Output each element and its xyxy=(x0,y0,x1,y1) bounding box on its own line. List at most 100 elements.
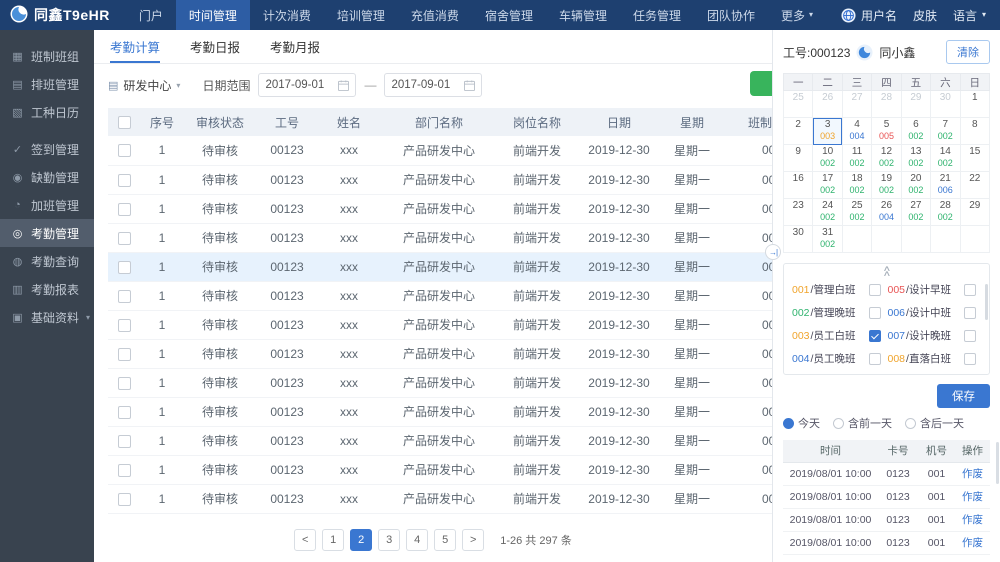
calendar-day-cell[interactable] xyxy=(871,225,902,253)
calendar-day-cell[interactable]: 27 002 xyxy=(900,198,932,226)
calendar-day-cell[interactable] xyxy=(841,225,873,253)
void-link[interactable]: 作废 xyxy=(962,468,983,480)
nav-item-time-management[interactable]: 时间管理 xyxy=(175,0,250,30)
sidebar-item-attendance-management[interactable]: ◎ 考勤管理 xyxy=(0,219,94,247)
calendar-day-cell[interactable]: 3 003 xyxy=(812,117,843,145)
nav-item-metered-consumption[interactable]: 计次消费 xyxy=(250,0,324,30)
tab-attendance-monthly-report[interactable]: 考勤月报 xyxy=(270,30,320,63)
nav-item-training-management[interactable]: 培训管理 xyxy=(324,0,398,30)
user-menu[interactable]: 用户名 xyxy=(841,7,897,24)
save-button[interactable]: 保存 xyxy=(937,384,990,408)
sidebar-item-check-in[interactable]: ✓ 签到管理 xyxy=(0,135,94,163)
calendar-day-cell[interactable]: 13 002 xyxy=(900,144,932,172)
nav-item-dormitory-management[interactable]: 宿舍管理 xyxy=(472,0,546,30)
calendar-day-cell[interactable]: 25 002 xyxy=(841,198,873,226)
page-button-1[interactable]: 1 xyxy=(322,529,345,551)
row-checkbox[interactable] xyxy=(117,405,131,419)
sidebar-item-overtime[interactable]: ◔ 加班管理 xyxy=(0,191,94,219)
radio-today[interactable]: 今天 xyxy=(783,415,820,431)
language-menu[interactable]: 语言 ▾ xyxy=(953,7,986,24)
shift-checkbox[interactable] xyxy=(964,306,976,319)
select-all-checkbox[interactable] xyxy=(117,116,131,130)
sidebar-item-scheduling[interactable]: ▤ 排班管理 xyxy=(0,70,94,98)
nav-item-task-management[interactable]: 任务管理 xyxy=(620,0,694,30)
sidebar-item-work-calendar[interactable]: ▧ 工种日历 xyxy=(0,98,94,126)
table-row[interactable]: 1待审核00123xxx产品研发中心前端开发2019-12-30星期一001 xyxy=(108,426,772,456)
scrollbar-thumb[interactable] xyxy=(985,284,988,320)
sidebar-item-shift-groups[interactable]: ▦ 班制班组 xyxy=(0,42,94,70)
table-row[interactable]: 1待审核00123xxx产品研发中心前端开发2019-12-30星期一001 xyxy=(108,484,772,514)
table-row[interactable]: 1待审核00123xxx产品研发中心前端开发2019-12-30星期一001 xyxy=(108,252,772,282)
nav-item-vehicle-management[interactable]: 车辆管理 xyxy=(546,0,620,30)
calendar-day-cell[interactable]: 12 002 xyxy=(871,144,902,172)
sidebar-item-attendance-query[interactable]: ◍ 考勤查询 xyxy=(0,247,94,275)
clear-button[interactable]: 清除 xyxy=(946,40,990,64)
row-checkbox[interactable] xyxy=(117,144,131,158)
calendar-day-cell[interactable]: 20 002 xyxy=(900,171,932,199)
calendar-day-cell[interactable]: 17 002 xyxy=(812,171,843,199)
page-button-5[interactable]: 5 xyxy=(434,529,457,551)
calculate-button[interactable] xyxy=(750,71,772,96)
calendar-day-cell[interactable]: 16 xyxy=(782,171,814,199)
calendar-day-cell[interactable]: 29 xyxy=(900,90,932,118)
calendar-day-cell[interactable]: 30 xyxy=(782,225,814,253)
row-checkbox[interactable] xyxy=(117,434,131,448)
table-row[interactable]: 1待审核00123xxx产品研发中心前端开发2019-12-30星期一001 xyxy=(108,397,772,427)
table-row[interactable]: 1待审核00123xxx产品研发中心前端开发2019-12-30星期一001 xyxy=(108,310,772,340)
shift-checkbox[interactable] xyxy=(868,283,881,296)
calendar-day-cell[interactable]: 14 002 xyxy=(930,144,961,172)
calendar-day-cell[interactable]: 1 xyxy=(959,90,991,118)
nav-item-recharge-consumption[interactable]: 充值消费 xyxy=(398,0,472,30)
calendar-day-cell[interactable]: 27 xyxy=(841,90,873,118)
row-checkbox[interactable] xyxy=(117,173,131,187)
row-checkbox[interactable] xyxy=(117,289,131,303)
shift-checkbox[interactable] xyxy=(964,283,976,296)
calendar-day-cell[interactable]: 21 006 xyxy=(930,171,961,199)
calendar-day-cell[interactable]: 5 005 xyxy=(871,117,902,145)
calendar-day-cell[interactable]: 31 002 xyxy=(812,225,843,253)
page-button-4[interactable]: 4 xyxy=(406,529,429,551)
skin-menu[interactable]: 皮肤 xyxy=(913,7,937,24)
row-checkbox[interactable] xyxy=(117,231,131,245)
calendar-day-cell[interactable]: 18 002 xyxy=(841,171,873,199)
table-row[interactable]: 1待审核00123xxx产品研发中心前端开发2019-12-30星期一001 xyxy=(108,455,772,485)
table-row[interactable]: 1待审核00123xxx产品研发中心前端开发2019-12-30星期一001 xyxy=(108,339,772,369)
calendar-day-cell[interactable]: 30 xyxy=(930,90,961,118)
prev-page-button[interactable]: < xyxy=(294,529,317,551)
calendar-day-cell[interactable]: 10 002 xyxy=(812,144,843,172)
calendar-day-cell[interactable]: 19 002 xyxy=(871,171,902,199)
calendar-day-cell[interactable]: 2 xyxy=(782,117,814,145)
void-link[interactable]: 作废 xyxy=(962,491,983,503)
row-checkbox[interactable] xyxy=(117,463,131,477)
calendar-day-cell[interactable]: 15 xyxy=(959,144,991,172)
shift-checkbox[interactable] xyxy=(964,352,976,365)
radio-include-next-day[interactable]: 含后一天 xyxy=(905,415,964,431)
calendar-day-cell[interactable]: 26 004 xyxy=(871,198,902,226)
collapse-shift-list-button[interactable]: ∧ ∧ xyxy=(784,264,989,278)
next-page-button[interactable]: > xyxy=(462,529,485,551)
radio-include-previous-day[interactable]: 含前一天 xyxy=(833,415,892,431)
shift-checkbox[interactable] xyxy=(868,329,881,342)
calendar-day-cell[interactable]: 26 xyxy=(812,90,843,118)
calendar-day-cell[interactable]: 29 xyxy=(959,198,991,226)
tab-attendance-calculation[interactable]: 考勤计算 xyxy=(110,30,161,63)
row-checkbox[interactable] xyxy=(117,347,131,361)
table-row[interactable]: 1待审核00123xxx产品研发中心前端开发2019-12-30星期一001 xyxy=(108,281,772,311)
nav-item-team-collaboration[interactable]: 团队协作 xyxy=(694,0,768,30)
sidebar-item-attendance-report[interactable]: ▥ 考勤报表 xyxy=(0,275,94,303)
calendar-day-cell[interactable]: 9 xyxy=(782,144,814,172)
table-row[interactable]: 1待审核00123xxx产品研发中心前端开发2019-12-30星期一001 xyxy=(108,368,772,398)
table-row[interactable]: 1待审核00123xxx产品研发中心前端开发2019-12-30星期一001 xyxy=(108,165,772,195)
nav-item-more[interactable]: 更多 ▾ xyxy=(768,0,826,30)
calendar-day-cell[interactable]: 22 xyxy=(959,171,991,199)
department-select[interactable]: ▤ 研发中心 ▾ xyxy=(108,77,180,94)
calendar-day-cell[interactable]: 8 xyxy=(959,117,991,145)
calendar-day-cell[interactable]: 25 xyxy=(782,90,814,118)
calendar-day-cell[interactable]: 6 002 xyxy=(900,117,932,145)
shift-checkbox[interactable] xyxy=(868,306,881,319)
collapse-panel-button[interactable]: →| xyxy=(765,244,781,260)
calendar-day-cell[interactable]: 24 002 xyxy=(812,198,843,226)
calendar-day-cell[interactable] xyxy=(900,225,932,253)
tab-attendance-daily-report[interactable]: 考勤日报 xyxy=(190,30,240,63)
nav-item-portal[interactable]: 门户 xyxy=(126,0,176,30)
